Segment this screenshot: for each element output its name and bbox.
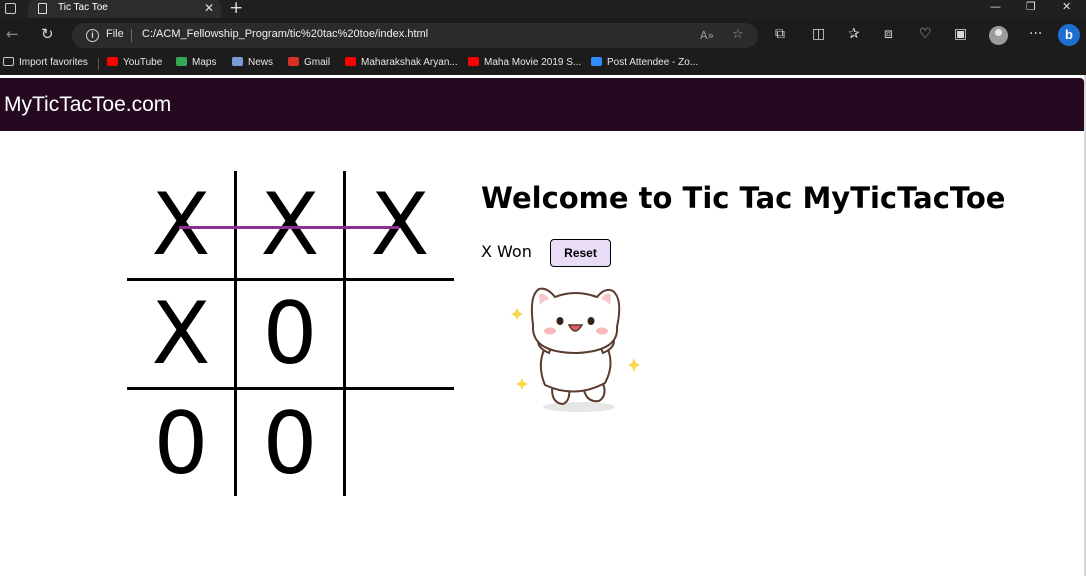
browser-essentials-icon[interactable]: ♡ xyxy=(919,26,932,42)
sidebar-icon[interactable]: ▣ xyxy=(954,26,967,42)
news-icon xyxy=(232,57,243,66)
back-icon[interactable]: ← xyxy=(6,25,19,43)
youtube-icon xyxy=(107,57,118,66)
new-tab-icon[interactable]: + xyxy=(229,0,243,18)
board-cell[interactable]: X xyxy=(236,171,344,279)
extensions-icon[interactable]: ⧉ xyxy=(775,26,785,42)
restore-icon[interactable]: ❐ xyxy=(1026,0,1036,13)
address-bar[interactable]: i File C:/ACM_Fellowship_Program/tic%20t… xyxy=(72,23,758,48)
board-cell[interactable]: X xyxy=(127,280,235,388)
youtube-icon xyxy=(468,57,479,66)
maps-icon xyxy=(176,57,187,66)
minimize-icon[interactable]: — xyxy=(990,0,1001,13)
collections-icon[interactable]: ⧈ xyxy=(884,26,893,42)
site-title: MyTicTacToe.com xyxy=(4,93,172,116)
url-divider xyxy=(131,29,132,42)
site-header: MyTicTacToe.com xyxy=(0,78,1084,131)
page-icon xyxy=(38,3,47,14)
tab-tic-tac-toe[interactable]: Tic Tac Toe ✕ xyxy=(28,0,221,18)
favorites-icon[interactable]: ✰ xyxy=(848,26,860,42)
board-cell[interactable] xyxy=(346,280,454,388)
game-status: X Won xyxy=(481,242,532,261)
title-bar: Tic Tac Toe ✕ + — ❐ ✕ xyxy=(0,0,1086,18)
board-cell[interactable]: 0 xyxy=(236,280,344,388)
more-options-icon[interactable]: ··· xyxy=(1029,26,1042,42)
bookmark-gmail[interactable]: Gmail xyxy=(288,57,330,68)
bookmark-import-favorites[interactable]: Import favorites xyxy=(3,57,88,68)
page-viewport: MyTicTacToe.com X X X X 0 0 0 Welcome to… xyxy=(0,75,1086,576)
reset-button[interactable]: Reset xyxy=(550,239,611,267)
page-heading: Welcome to Tic Tac MyTicTacToe xyxy=(481,181,1006,215)
bookmark-maps[interactable]: Maps xyxy=(176,57,216,68)
board-cell[interactable]: 0 xyxy=(236,390,344,498)
close-window-icon[interactable]: ✕ xyxy=(1062,0,1071,13)
bookmarks-bar: Import favorites YouTube Maps News Gmail… xyxy=(0,53,1086,75)
bookmark-maharakshak[interactable]: Maharakshak Aryan... xyxy=(345,57,458,68)
info-icon[interactable]: i xyxy=(86,29,99,42)
tab-title: Tic Tac Toe xyxy=(58,2,108,13)
bookmark-news[interactable]: News xyxy=(232,57,273,68)
youtube-icon xyxy=(345,57,356,66)
navigation-bar: ← ↻ i File C:/ACM_Fellowship_Program/tic… xyxy=(0,18,1086,53)
happy-cat-illustration xyxy=(511,287,640,412)
board-cell[interactable]: X xyxy=(346,171,454,279)
favorite-star-icon[interactable]: ☆ xyxy=(732,27,744,42)
file-scheme-label: File xyxy=(106,28,124,40)
url-text[interactable]: C:/ACM_Fellowship_Program/tic%20tac%20to… xyxy=(142,28,428,40)
gmail-icon xyxy=(288,57,299,66)
board-cell[interactable] xyxy=(346,390,454,498)
bookmark-maha-movie[interactable]: Maha Movie 2019 S... xyxy=(468,57,581,68)
board-cell[interactable]: 0 xyxy=(127,390,235,498)
game-board: X X X X 0 0 0 xyxy=(127,171,454,496)
board-cell[interactable]: X xyxy=(127,171,235,279)
window-menu-icon[interactable] xyxy=(5,3,16,14)
bookmark-post-attendee[interactable]: Post Attendee - Zo... xyxy=(591,57,698,68)
bookmarks-divider xyxy=(98,58,99,70)
bing-copilot-icon[interactable]: b xyxy=(1058,24,1080,46)
import-icon xyxy=(3,57,14,66)
close-tab-icon[interactable]: ✕ xyxy=(204,1,214,15)
profile-avatar[interactable] xyxy=(989,26,1008,45)
bookmark-youtube[interactable]: YouTube xyxy=(107,57,162,68)
refresh-icon[interactable]: ↻ xyxy=(41,25,54,43)
zoom-icon xyxy=(591,57,602,66)
winning-line xyxy=(179,226,399,229)
read-aloud-icon[interactable]: A» xyxy=(700,29,714,42)
split-screen-icon[interactable]: ◫ xyxy=(812,26,825,42)
